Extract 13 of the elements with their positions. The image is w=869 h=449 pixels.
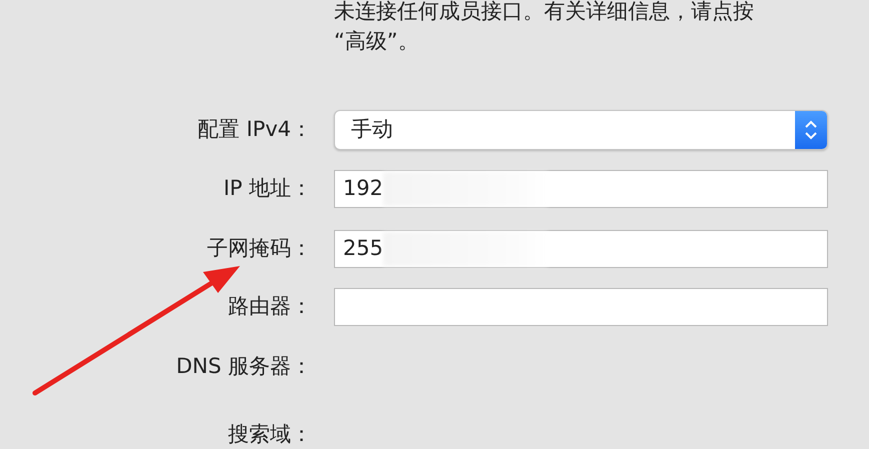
description-text: 未连接任何成员接口。有关详细信息，请点按 — [334, 0, 755, 25]
input-field[interactable] — [334, 288, 828, 326]
field-label: IP 地址： — [222, 175, 312, 202]
field-label: 路由器： — [227, 293, 312, 320]
select-field[interactable]: 手动 — [334, 110, 828, 150]
field-label: 子网掩码： — [206, 235, 312, 262]
description-text: “高级”。 — [334, 28, 420, 55]
field-label: 搜索域： — [227, 420, 312, 448]
input-field[interactable]: 255 — [334, 230, 828, 268]
field-label: 配置 IPv4： — [196, 116, 312, 144]
stepper-arrows-icon — [804, 119, 818, 141]
input-field[interactable]: 192 — [334, 170, 828, 208]
field-label: DNS 服务器： — [175, 353, 312, 380]
